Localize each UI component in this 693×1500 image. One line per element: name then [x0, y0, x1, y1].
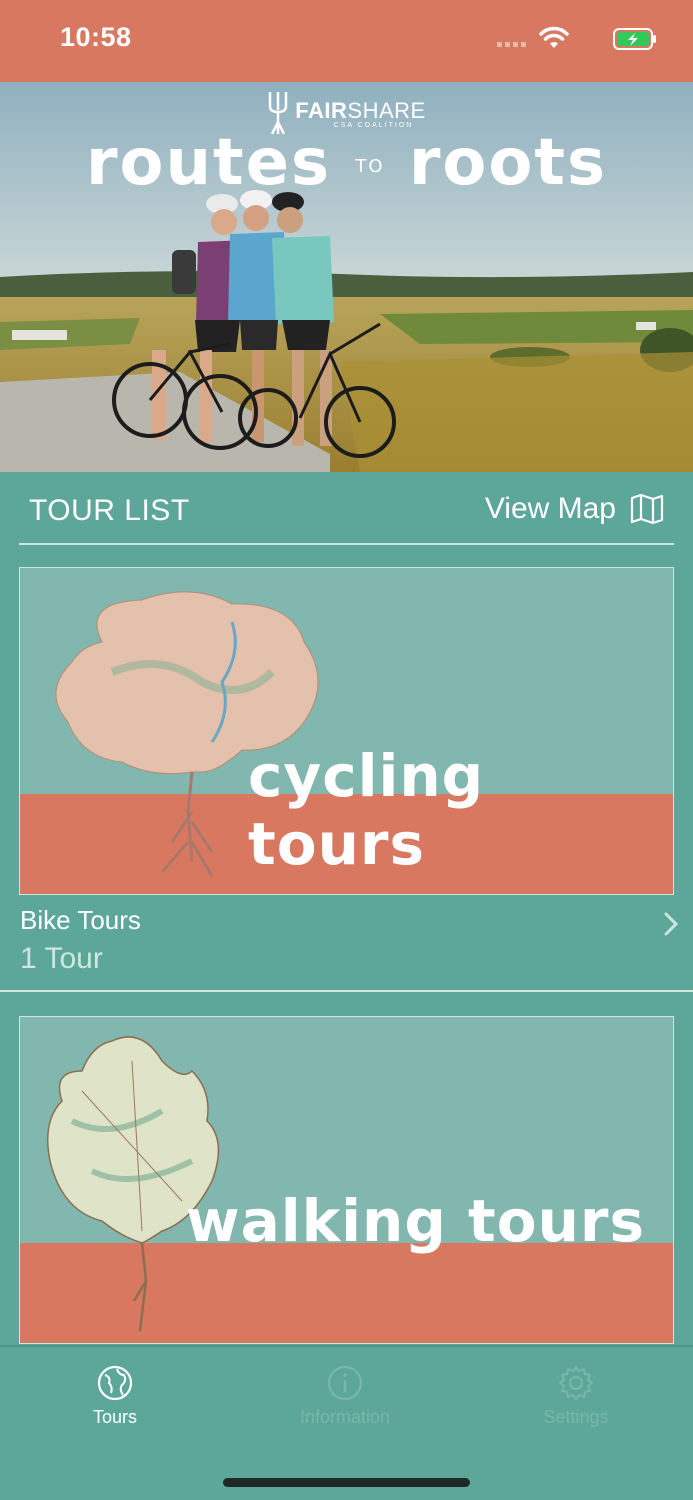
walking-tours-banner-text: walking tours	[186, 1187, 646, 1255]
chevron-right-icon	[664, 912, 679, 936]
tour-count: 1 Tour	[20, 942, 103, 975]
tab-label: Information	[299, 1407, 391, 1427]
globe-icon	[97, 1365, 133, 1401]
tour-info-bike: Bike Tours 1 Tour	[20, 905, 141, 976]
tour-list-title: TOUR LIST	[29, 494, 190, 527]
tour-card-walking[interactable]: walking tours	[0, 1016, 693, 1344]
gear-icon	[559, 1366, 593, 1400]
tour-card-bike[interactable]: cycling tours Bike Tours 1 Tour	[0, 567, 693, 992]
wifi-icon	[539, 26, 569, 48]
tab-label: Settings	[543, 1407, 609, 1427]
walking-tours-banner: walking tours	[19, 1016, 674, 1344]
tab-label: Tours	[92, 1407, 137, 1427]
home-indicator	[223, 1478, 470, 1487]
hero-title-mid: TO	[355, 155, 385, 177]
tab-information[interactable]: Information	[265, 1365, 425, 1428]
hero-banner: FAIRSHARE CSA COALITION routes TO roots	[0, 82, 693, 472]
tab-settings[interactable]: Settings	[496, 1365, 656, 1428]
info-icon	[327, 1365, 363, 1401]
tour-name: Bike Tours	[20, 905, 141, 935]
cycling-tours-banner: cycling tours	[19, 567, 674, 895]
view-map-label: View Map	[484, 492, 616, 525]
brand-name-rest: SHARE	[347, 97, 426, 123]
hero-title: routes TO roots	[0, 126, 693, 200]
tour-list-header: TOUR LIST View Map	[19, 472, 674, 545]
hero-title-right: roots	[408, 126, 608, 200]
leaf-map-illustration	[47, 1036, 220, 1332]
cellular-signal-icon	[497, 42, 526, 47]
hero-title-left: routes	[85, 126, 332, 200]
tab-bar: Tours Information Settings	[0, 1345, 693, 1500]
cycling-tours-banner-text: cycling tours	[248, 742, 485, 878]
tab-tours[interactable]: Tours	[35, 1365, 195, 1428]
card-divider	[0, 990, 693, 992]
brand-name-bold: FAIR	[295, 97, 348, 123]
view-map-button[interactable]: View Map	[485, 492, 664, 526]
battery-charging-icon	[613, 28, 656, 50]
status-time: 10:58	[60, 22, 132, 52]
status-bar: 10:58	[0, 0, 693, 82]
map-icon	[630, 493, 664, 525]
